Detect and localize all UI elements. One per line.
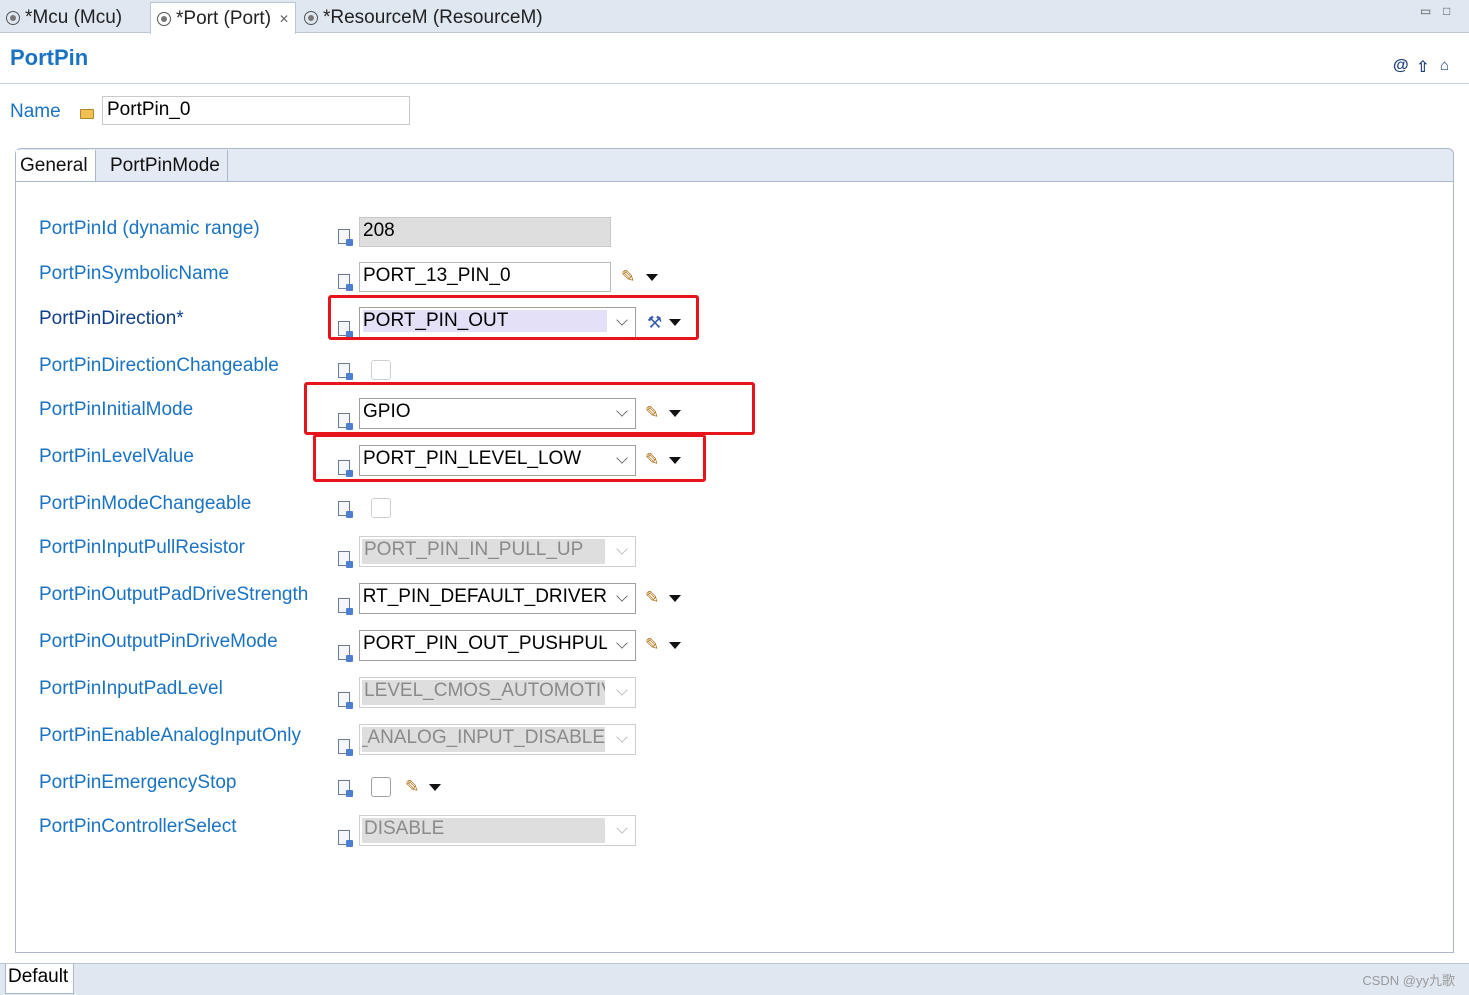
row-label: PortPinControllerSelect xyxy=(39,816,237,837)
chevron-down-icon xyxy=(616,822,628,834)
menu-dropdown-icon[interactable] xyxy=(646,274,658,281)
editor-tab-label: *ResourceM (ResourceM) xyxy=(323,6,543,28)
row-label: PortPinEnableAnalogInputOnly xyxy=(39,725,301,746)
menu-dropdown-icon[interactable] xyxy=(429,784,441,791)
minimize-icon[interactable]: ▭ xyxy=(1420,4,1431,18)
parameter-icon xyxy=(338,229,353,246)
module-icon xyxy=(157,11,171,26)
name-label: Name xyxy=(10,101,61,122)
close-icon[interactable]: ✕ xyxy=(279,12,289,26)
bottom-tab-bar xyxy=(0,963,1469,995)
tab-general[interactable]: General xyxy=(16,150,96,182)
row-label: PortPinInputPadLevel xyxy=(39,678,223,699)
header-divider xyxy=(0,83,1469,84)
row-label: PortPinOutputPadDriveStrength xyxy=(39,584,309,605)
row-label: PortPinId (dynamic range) xyxy=(39,218,260,239)
row-label: PortPinOutputPinDriveMode xyxy=(39,631,278,652)
page-title: PortPin xyxy=(10,45,89,70)
editor-tab-resourcem[interactable]: *ResourceM (ResourceM) xyxy=(298,2,543,33)
edit-pencil-icon[interactable]: ✎ xyxy=(621,267,635,287)
parameter-icon xyxy=(338,739,353,756)
symbolic-name-input[interactable]: PORT_13_PIN_0 xyxy=(359,262,611,292)
direction-changeable-checkbox[interactable] xyxy=(371,360,391,380)
controller-select: DISABLE xyxy=(359,815,636,846)
chevron-down-icon xyxy=(616,637,628,649)
input-pad-level-select: LEVEL_CMOS_AUTOMOTIVE xyxy=(359,677,636,708)
row-label: PortPinInputPullResistor xyxy=(39,537,245,558)
drive-strength-select[interactable]: PORT_PIN_DEFAULT_DRIVER xyxy=(359,583,636,614)
parameter-icon xyxy=(338,551,353,568)
analog-input-only-select: N_ANALOG_INPUT_DISABLE xyxy=(359,724,636,755)
chevron-down-icon xyxy=(616,684,628,696)
input-pull-resistor-select: PORT_PIN_IN_PULL_UP xyxy=(359,536,636,567)
highlight-box-initial-mode xyxy=(304,382,755,435)
menu-dropdown-icon[interactable] xyxy=(669,642,681,649)
highlight-box-level-value xyxy=(313,434,706,482)
select-value: PORT_PIN_IN_PULL_UP xyxy=(362,539,605,564)
panel-tab-bar xyxy=(15,148,1454,182)
row-label: PortPinInitialMode xyxy=(39,399,194,420)
up-arrow-icon[interactable]: ⇧ xyxy=(1416,57,1429,77)
select-value: N_ANALOG_INPUT_DISABLE xyxy=(362,727,605,752)
module-icon xyxy=(304,10,318,25)
parameter-icon xyxy=(338,598,353,615)
editor-tab-label: *Port (Port) xyxy=(176,7,272,29)
row-label: PortPinEmergencyStop xyxy=(39,772,237,793)
tab-portpinmode[interactable]: PortPinMode xyxy=(106,150,228,182)
row-label: PortPinSymbolicName xyxy=(39,263,230,284)
parameter-icon xyxy=(338,645,353,662)
parameter-icon xyxy=(338,274,353,291)
row-label: PortPinLevelValue xyxy=(39,446,194,467)
portpinid-field: 208 xyxy=(359,217,611,247)
row-label: PortPinDirectionChangeable xyxy=(39,355,279,376)
name-input[interactable]: PortPin_0 xyxy=(102,96,410,125)
maximize-icon[interactable]: □ xyxy=(1443,4,1450,18)
parameter-icon xyxy=(338,780,353,797)
select-value: LEVEL_CMOS_AUTOMOTIVE xyxy=(362,680,605,705)
at-icon[interactable]: @ xyxy=(1393,57,1409,75)
drive-mode-select[interactable]: PORT_PIN_OUT_PUSHPULL xyxy=(359,630,636,661)
emergency-stop-checkbox[interactable] xyxy=(371,777,391,797)
edit-pencil-icon[interactable]: ✎ xyxy=(645,635,659,655)
parameter-icon xyxy=(338,692,353,709)
home-icon[interactable]: ⌂ xyxy=(1440,57,1449,74)
module-icon xyxy=(6,10,20,25)
parameter-icon xyxy=(338,501,353,518)
watermark: CSDN @yy九歌 xyxy=(1362,973,1455,988)
chevron-down-icon xyxy=(616,590,628,602)
highlight-box-direction xyxy=(328,295,699,340)
tab-default[interactable]: Default xyxy=(5,964,74,994)
select-value: DISABLE xyxy=(362,818,605,843)
editor-tab-label: *Mcu (Mcu) xyxy=(25,6,123,28)
row-label: PortPinDirection* xyxy=(39,308,184,329)
folder-icon xyxy=(80,109,94,119)
edit-pencil-icon[interactable]: ✎ xyxy=(405,777,419,797)
parameter-icon xyxy=(338,830,353,847)
chevron-down-icon xyxy=(616,731,628,743)
select-value: PORT_PIN_DEFAULT_DRIVER xyxy=(363,586,607,607)
mode-changeable-checkbox[interactable] xyxy=(371,498,391,518)
editor-tab-port[interactable]: *Port (Port) ✕ xyxy=(150,2,297,34)
chevron-down-icon xyxy=(616,543,628,555)
menu-dropdown-icon[interactable] xyxy=(669,595,681,602)
row-label: PortPinModeChangeable xyxy=(39,493,252,514)
editor-tab-mcu[interactable]: *Mcu (Mcu) xyxy=(0,2,122,33)
select-value: PORT_PIN_OUT_PUSHPULL xyxy=(363,633,607,654)
parameter-icon xyxy=(338,363,353,380)
edit-pencil-icon[interactable]: ✎ xyxy=(645,588,659,608)
